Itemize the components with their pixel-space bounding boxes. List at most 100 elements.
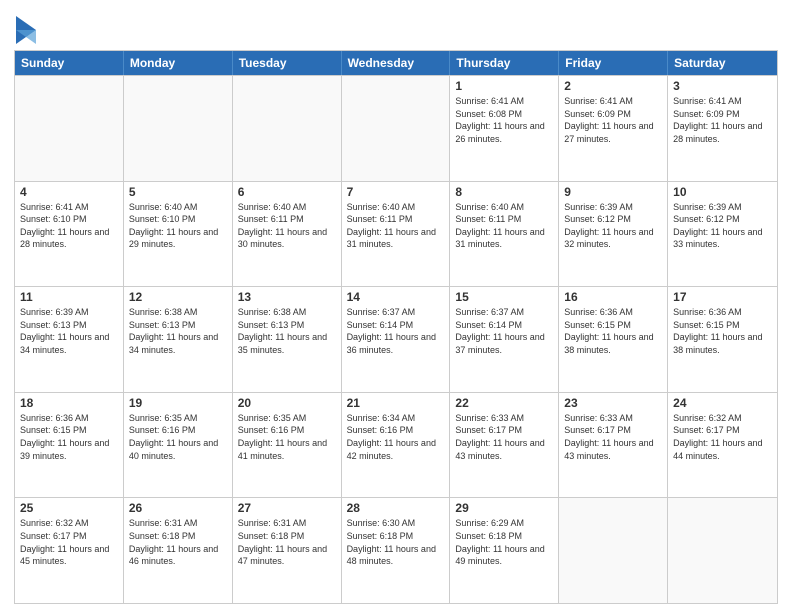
calendar-cell — [15, 76, 124, 181]
calendar-cell: 4 Sunrise: 6:41 AMSunset: 6:10 PMDaylight… — [15, 182, 124, 287]
day-info: Sunrise: 6:35 AMSunset: 6:16 PMDaylight:… — [238, 412, 336, 462]
day-number: 25 — [20, 501, 118, 515]
day-info: Sunrise: 6:41 AMSunset: 6:08 PMDaylight:… — [455, 95, 553, 145]
day-number: 29 — [455, 501, 553, 515]
day-info: Sunrise: 6:39 AMSunset: 6:12 PMDaylight:… — [673, 201, 772, 251]
calendar-header-cell: Wednesday — [342, 51, 451, 75]
calendar-row: 1 Sunrise: 6:41 AMSunset: 6:08 PMDaylight… — [15, 75, 777, 181]
day-info: Sunrise: 6:41 AMSunset: 6:09 PMDaylight:… — [673, 95, 772, 145]
calendar-row: 11 Sunrise: 6:39 AMSunset: 6:13 PMDayligh… — [15, 286, 777, 392]
day-info: Sunrise: 6:36 AMSunset: 6:15 PMDaylight:… — [564, 306, 662, 356]
calendar-cell: 12 Sunrise: 6:38 AMSunset: 6:13 PMDayligh… — [124, 287, 233, 392]
day-info: Sunrise: 6:40 AMSunset: 6:10 PMDaylight:… — [129, 201, 227, 251]
day-number: 7 — [347, 185, 445, 199]
day-number: 1 — [455, 79, 553, 93]
calendar-header-cell: Tuesday — [233, 51, 342, 75]
day-info: Sunrise: 6:31 AMSunset: 6:18 PMDaylight:… — [238, 517, 336, 567]
day-info: Sunrise: 6:40 AMSunset: 6:11 PMDaylight:… — [347, 201, 445, 251]
day-number: 27 — [238, 501, 336, 515]
day-number: 12 — [129, 290, 227, 304]
calendar-cell: 6 Sunrise: 6:40 AMSunset: 6:11 PMDaylight… — [233, 182, 342, 287]
logo — [14, 14, 36, 44]
day-info: Sunrise: 6:37 AMSunset: 6:14 PMDaylight:… — [455, 306, 553, 356]
calendar-cell: 27 Sunrise: 6:31 AMSunset: 6:18 PMDayligh… — [233, 498, 342, 603]
day-number: 13 — [238, 290, 336, 304]
calendar-cell: 22 Sunrise: 6:33 AMSunset: 6:17 PMDayligh… — [450, 393, 559, 498]
calendar-cell: 13 Sunrise: 6:38 AMSunset: 6:13 PMDayligh… — [233, 287, 342, 392]
calendar-body: 1 Sunrise: 6:41 AMSunset: 6:08 PMDaylight… — [15, 75, 777, 603]
day-info: Sunrise: 6:39 AMSunset: 6:13 PMDaylight:… — [20, 306, 118, 356]
page: SundayMondayTuesdayWednesdayThursdayFrid… — [0, 0, 792, 612]
day-number: 2 — [564, 79, 662, 93]
calendar-header-cell: Thursday — [450, 51, 559, 75]
day-info: Sunrise: 6:31 AMSunset: 6:18 PMDaylight:… — [129, 517, 227, 567]
day-number: 26 — [129, 501, 227, 515]
day-info: Sunrise: 6:41 AMSunset: 6:09 PMDaylight:… — [564, 95, 662, 145]
day-number: 9 — [564, 185, 662, 199]
calendar-cell: 19Sunrise: 6:35 AMSunset: 6:16 PMDayligh… — [124, 393, 233, 498]
calendar-cell: 10 Sunrise: 6:39 AMSunset: 6:12 PMDayligh… — [668, 182, 777, 287]
day-info: Sunrise: 6:34 AMSunset: 6:16 PMDaylight:… — [347, 412, 445, 462]
day-info: Sunrise: 6:40 AMSunset: 6:11 PMDaylight:… — [238, 201, 336, 251]
day-number: 3 — [673, 79, 772, 93]
calendar-cell: 1 Sunrise: 6:41 AMSunset: 6:08 PMDaylight… — [450, 76, 559, 181]
day-info: Sunrise: 6:33 AMSunset: 6:17 PMDaylight:… — [455, 412, 553, 462]
calendar-cell: 24 Sunrise: 6:32 AMSunset: 6:17 PMDayligh… — [668, 393, 777, 498]
calendar-cell: 7 Sunrise: 6:40 AMSunset: 6:11 PMDaylight… — [342, 182, 451, 287]
calendar-row: 4 Sunrise: 6:41 AMSunset: 6:10 PMDaylight… — [15, 181, 777, 287]
calendar-cell: 29Sunrise: 6:29 AMSunset: 6:18 PMDayligh… — [450, 498, 559, 603]
day-number: 4 — [20, 185, 118, 199]
day-info: Sunrise: 6:37 AMSunset: 6:14 PMDaylight:… — [347, 306, 445, 356]
calendar-cell: 23 Sunrise: 6:33 AMSunset: 6:17 PMDayligh… — [559, 393, 668, 498]
day-number: 18 — [20, 396, 118, 410]
calendar-cell: 15 Sunrise: 6:37 AMSunset: 6:14 PMDayligh… — [450, 287, 559, 392]
day-number: 11 — [20, 290, 118, 304]
calendar-cell: 9 Sunrise: 6:39 AMSunset: 6:12 PMDaylight… — [559, 182, 668, 287]
calendar-cell: 28Sunrise: 6:30 AMSunset: 6:18 PMDayligh… — [342, 498, 451, 603]
day-number: 17 — [673, 290, 772, 304]
day-number: 15 — [455, 290, 553, 304]
day-number: 23 — [564, 396, 662, 410]
calendar-cell: 18 Sunrise: 6:36 AMSunset: 6:15 PMDayligh… — [15, 393, 124, 498]
day-info: Sunrise: 6:38 AMSunset: 6:13 PMDaylight:… — [238, 306, 336, 356]
day-number: 5 — [129, 185, 227, 199]
calendar: SundayMondayTuesdayWednesdayThursdayFrid… — [14, 50, 778, 604]
calendar-cell — [233, 76, 342, 181]
day-info: Sunrise: 6:32 AMSunset: 6:17 PMDaylight:… — [673, 412, 772, 462]
day-number: 20 — [238, 396, 336, 410]
logo-icon — [16, 16, 36, 44]
day-number: 16 — [564, 290, 662, 304]
calendar-cell: 2 Sunrise: 6:41 AMSunset: 6:09 PMDaylight… — [559, 76, 668, 181]
calendar-cell: 5 Sunrise: 6:40 AMSunset: 6:10 PMDaylight… — [124, 182, 233, 287]
header — [14, 10, 778, 44]
day-number: 24 — [673, 396, 772, 410]
calendar-cell: 21 Sunrise: 6:34 AMSunset: 6:16 PMDayligh… — [342, 393, 451, 498]
calendar-cell: 8Sunrise: 6:40 AMSunset: 6:11 PMDaylight… — [450, 182, 559, 287]
day-number: 28 — [347, 501, 445, 515]
calendar-header-cell: Monday — [124, 51, 233, 75]
calendar-row: 25 Sunrise: 6:32 AMSunset: 6:17 PMDayligh… — [15, 497, 777, 603]
day-info: Sunrise: 6:41 AMSunset: 6:10 PMDaylight:… — [20, 201, 118, 251]
calendar-header-cell: Friday — [559, 51, 668, 75]
day-number: 6 — [238, 185, 336, 199]
calendar-cell — [342, 76, 451, 181]
day-number: 8 — [455, 185, 553, 199]
day-info: Sunrise: 6:36 AMSunset: 6:15 PMDaylight:… — [20, 412, 118, 462]
day-number: 19 — [129, 396, 227, 410]
day-number: 21 — [347, 396, 445, 410]
day-info: Sunrise: 6:33 AMSunset: 6:17 PMDaylight:… — [564, 412, 662, 462]
calendar-cell: 25 Sunrise: 6:32 AMSunset: 6:17 PMDayligh… — [15, 498, 124, 603]
calendar-cell — [668, 498, 777, 603]
day-info: Sunrise: 6:38 AMSunset: 6:13 PMDaylight:… — [129, 306, 227, 356]
calendar-cell: 14Sunrise: 6:37 AMSunset: 6:14 PMDayligh… — [342, 287, 451, 392]
calendar-cell: 20 Sunrise: 6:35 AMSunset: 6:16 PMDayligh… — [233, 393, 342, 498]
day-info: Sunrise: 6:39 AMSunset: 6:12 PMDaylight:… — [564, 201, 662, 251]
day-number: 10 — [673, 185, 772, 199]
calendar-cell: 11 Sunrise: 6:39 AMSunset: 6:13 PMDayligh… — [15, 287, 124, 392]
calendar-cell: 3 Sunrise: 6:41 AMSunset: 6:09 PMDaylight… — [668, 76, 777, 181]
day-info: Sunrise: 6:32 AMSunset: 6:17 PMDaylight:… — [20, 517, 118, 567]
day-number: 22 — [455, 396, 553, 410]
calendar-row: 18 Sunrise: 6:36 AMSunset: 6:15 PMDayligh… — [15, 392, 777, 498]
calendar-header-cell: Sunday — [15, 51, 124, 75]
day-info: Sunrise: 6:36 AMSunset: 6:15 PMDaylight:… — [673, 306, 772, 356]
